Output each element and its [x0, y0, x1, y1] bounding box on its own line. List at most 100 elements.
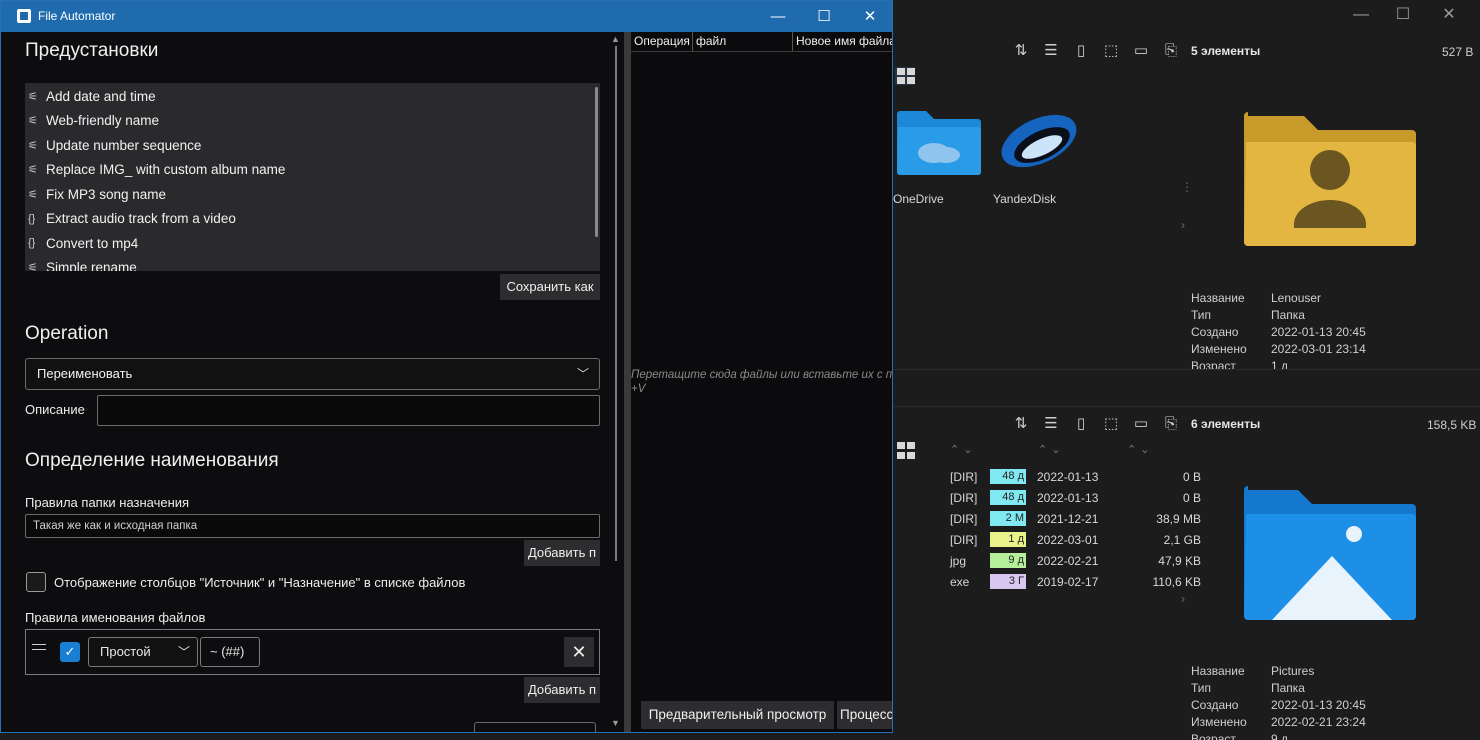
yandexdisk-label: YandexDisk: [993, 192, 1057, 206]
settings-pane: Предустановки ⚟ Add date and time ⚟ Web-fr…: [9, 32, 613, 732]
presets-scrollbar[interactable]: [595, 87, 598, 237]
new-file-icon[interactable]: ▯: [1070, 40, 1092, 62]
table-row[interactable]: [DIR] 1 д 2022-03-01 2,1 GB: [950, 529, 1201, 550]
sort-arrows-icon[interactable]: ⌃⌄: [1127, 443, 1153, 456]
list-item[interactable]: ⚟ Update number sequence: [25, 133, 600, 158]
rule-pattern-input[interactable]: ~ (##): [200, 637, 260, 667]
process-button[interactable]: Процесс: [837, 701, 892, 729]
new-file-icon[interactable]: ▯: [1070, 413, 1092, 435]
list-item[interactable]: ⚟ Replace IMG_ with custom album name: [25, 158, 600, 183]
onedrive-folder-icon: [897, 111, 981, 175]
scroll-up-icon[interactable]: ▲: [611, 34, 620, 44]
age-badge: 48 д: [990, 469, 1026, 484]
pictures-folder-icon: [1244, 486, 1416, 620]
script-icon: ⚟: [28, 90, 38, 103]
detail-key: Изменено: [1191, 342, 1247, 356]
naming-heading: Определение наименования: [25, 450, 279, 471]
drag-handle-icon[interactable]: [32, 644, 46, 650]
date-cell: 2021-12-21: [1037, 511, 1099, 526]
detail-key: Изменено: [1191, 715, 1247, 729]
table-row[interactable]: jpg 9 д 2022-02-21 47,9 KB: [950, 550, 1201, 571]
close-button[interactable]: ✕: [847, 1, 892, 32]
yandexdisk-item[interactable]: YandexDisk: [993, 105, 1082, 215]
list-item[interactable]: ⚟ Fix MP3 song name: [25, 182, 600, 207]
add-dest-rule-button[interactable]: Добавить п: [524, 540, 600, 566]
sort-icon[interactable]: ⇅: [1010, 40, 1032, 62]
sort-arrows-icon[interactable]: ⌃⌄: [1038, 443, 1064, 456]
dest-folder-input[interactable]: Такая же как и исходная папка: [25, 514, 600, 538]
list-item[interactable]: {} Extract audio track from a video: [25, 207, 600, 232]
presets-list[interactable]: ⚟ Add date and time ⚟ Web-friendly name ⚟ U…: [25, 83, 600, 271]
add-naming-rule-button[interactable]: Добавить п: [524, 677, 600, 703]
drop-hint[interactable]: Перетащите сюда файлы или вставьте их с …: [631, 368, 892, 396]
detail-key: Название: [1191, 291, 1245, 305]
dest-folder-label: Правила папки назначения: [25, 495, 190, 510]
rule-enabled-checkbox[interactable]: ✓: [60, 642, 80, 662]
table-row[interactable]: [DIR] 2 М 2021-12-21 38,9 MB: [950, 508, 1201, 529]
rule-mode-select[interactable]: Простой ﹀: [88, 637, 198, 667]
remove-rule-button[interactable]: ✕: [564, 637, 594, 667]
column-operation[interactable]: Операция: [631, 32, 693, 51]
rule-mode-value: Простой: [100, 644, 151, 659]
sort-arrows-icon[interactable]: ⌃⌄: [950, 443, 976, 456]
title-bar[interactable]: File Automator — ☐ ✕: [1, 1, 892, 32]
list-view-icon[interactable]: ☰: [1040, 40, 1062, 62]
pane-divider: [893, 406, 1480, 407]
list-item[interactable]: ⚟ Add date and time: [25, 84, 600, 109]
onedrive-item[interactable]: OneDrive: [893, 105, 982, 215]
table-row[interactable]: [DIR] 48 д 2022-01-13 0 B: [950, 466, 1201, 487]
preset-label: Web-friendly name: [46, 113, 160, 129]
detail-value: Папка: [1271, 308, 1305, 322]
paste-icon[interactable]: ⎘: [1160, 40, 1182, 62]
pane-divider: [893, 369, 1480, 370]
explorer-maximize-button[interactable]: ☐: [1380, 0, 1426, 30]
file-list-pane: Операция файл Новое имя файла Перетащите…: [631, 32, 892, 732]
close-icon: ✕: [571, 642, 587, 662]
list-view-icon[interactable]: ☰: [1040, 413, 1062, 435]
top-item-count: 5 элементы: [1191, 44, 1261, 58]
column-file[interactable]: файл: [693, 32, 793, 51]
table-row[interactable]: [DIR] 48 д 2022-01-13 0 B: [950, 487, 1201, 508]
settings-scrollbar[interactable]: ▲ ▼: [608, 32, 624, 732]
grid-view-icon[interactable]: [897, 442, 917, 460]
show-columns-checkbox[interactable]: [26, 572, 46, 592]
explorer-minimize-button[interactable]: —: [1338, 0, 1384, 30]
expand-chevron-icon[interactable]: ›: [1181, 592, 1185, 606]
move-icon[interactable]: ⬚: [1100, 40, 1122, 62]
collapse-chevron-icon[interactable]: ⋮: [1181, 180, 1193, 194]
list-item[interactable]: ⚟ Simple rename: [25, 256, 600, 271]
expand-chevron-icon[interactable]: ›: [1181, 218, 1185, 232]
paste-icon[interactable]: ⎘: [1160, 413, 1182, 435]
list-item[interactable]: ⚟ Web-friendly name: [25, 109, 600, 134]
preview-button[interactable]: Предварительный просмотр: [641, 701, 834, 729]
rename-icon[interactable]: ▭: [1130, 40, 1152, 62]
preset-label: Add date and time: [46, 88, 156, 104]
column-new-name[interactable]: Новое имя файла: [793, 32, 892, 51]
scroll-thumb[interactable]: [615, 46, 617, 561]
table-row[interactable]: exe 3 Г 2019-02-17 110,6 KB: [950, 571, 1201, 592]
operation-select[interactable]: Переименовать ﹀: [25, 358, 600, 390]
move-icon[interactable]: ⬚: [1100, 413, 1122, 435]
sort-icon[interactable]: ⇅: [1010, 413, 1032, 435]
preset-label: Fix MP3 song name: [46, 186, 167, 202]
bottom-item-count: 6 элементы: [1191, 417, 1261, 431]
preset-label: Convert to mp4: [46, 235, 139, 251]
ext-cell: [DIR]: [950, 511, 978, 526]
description-input[interactable]: [97, 395, 600, 426]
explorer-close-button[interactable]: ✕: [1426, 0, 1472, 30]
partial-control[interactable]: [474, 722, 596, 732]
grid-view-icon[interactable]: [895, 67, 915, 85]
list-item[interactable]: {} Convert to mp4: [25, 231, 600, 256]
collapse-chevron-icon[interactable]: ⋮: [1181, 555, 1193, 569]
pane-splitter[interactable]: [624, 32, 631, 732]
scroll-down-icon[interactable]: ▼: [611, 718, 620, 728]
file-naming-label: Правила именования файлов: [25, 610, 206, 625]
maximize-button[interactable]: ☐: [801, 1, 847, 32]
detail-value: 2022-02-21 23:24: [1271, 715, 1366, 729]
age-badge: 48 д: [990, 490, 1026, 505]
script-icon: ⚟: [28, 164, 38, 177]
save-as-button[interactable]: Сохранить как: [500, 274, 600, 300]
rename-icon[interactable]: ▭: [1130, 413, 1152, 435]
detail-value: 2022-03-01 23:14: [1271, 342, 1366, 356]
minimize-button[interactable]: —: [755, 1, 801, 32]
